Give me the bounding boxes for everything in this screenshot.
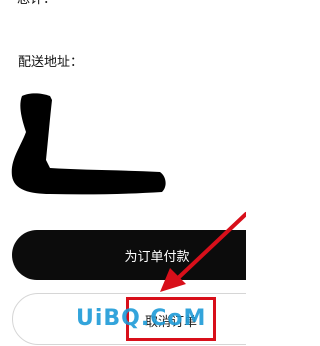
address-label: 配送地址： — [18, 55, 84, 70]
total-label: 总计： — [17, 0, 56, 8]
cancel-order-button[interactable]: 取消订单 — [12, 293, 246, 345]
order-confirm-screen: 总计： 配送地址： 为订单付款 取消订单 UiBQ.CoM — [0, 0, 246, 346]
cancel-order-label: 取消订单 — [145, 315, 198, 330]
pay-order-button[interactable]: 为订单付款 — [12, 230, 246, 280]
